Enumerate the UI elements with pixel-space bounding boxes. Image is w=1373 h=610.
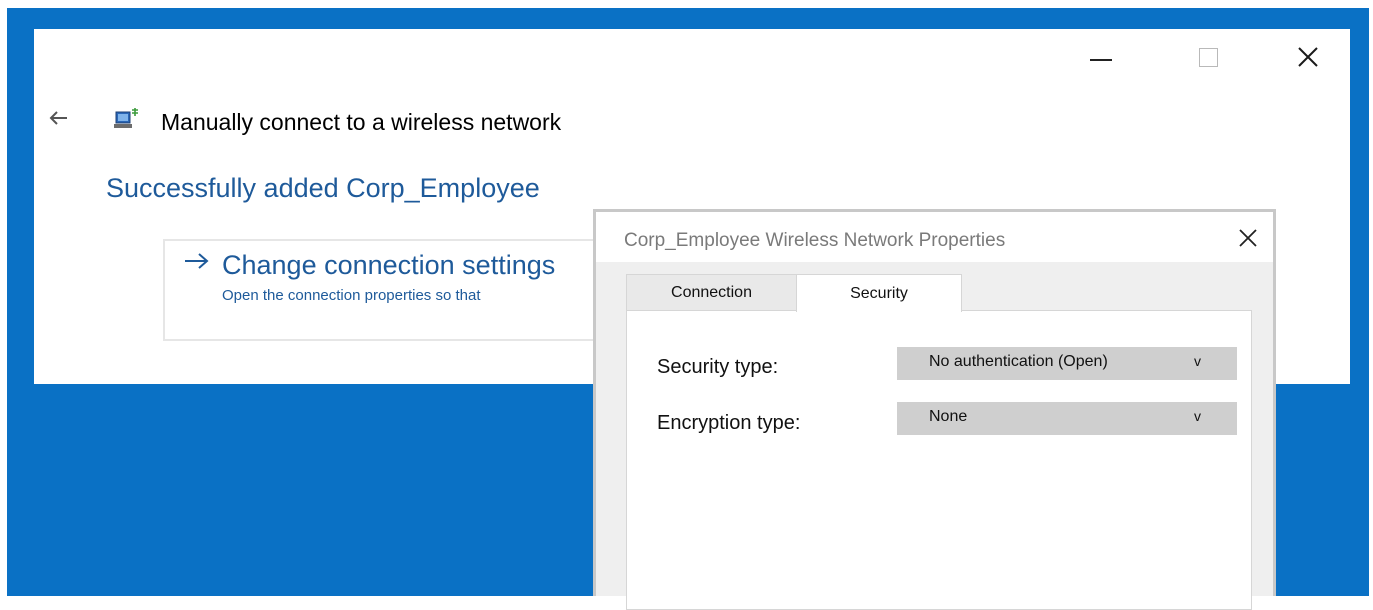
chevron-down-icon: v: [1194, 408, 1201, 424]
maximize-button[interactable]: [1184, 29, 1232, 85]
encryption-type-label: Encryption type:: [657, 412, 801, 434]
network-computer-icon: [114, 108, 138, 128]
security-tab-panel: Security type: No authentication (Open) …: [626, 310, 1252, 610]
success-heading: Successfully added Corp_Employee: [106, 173, 540, 203]
maximize-icon: [1198, 47, 1218, 67]
tab-security[interactable]: Security: [796, 274, 962, 312]
arrow-right-icon: [183, 249, 211, 277]
change-settings-link[interactable]: Change connection settings: [222, 250, 555, 281]
back-arrow-icon: [49, 111, 67, 125]
security-type-select[interactable]: No authentication (Open) v: [897, 347, 1237, 380]
option-description: Open the connection properties so that: [222, 287, 481, 304]
dialog-close-button[interactable]: [1230, 220, 1266, 256]
back-button[interactable]: [48, 107, 68, 132]
security-type-label: Security type:: [657, 356, 779, 378]
encryption-type-select[interactable]: None v: [897, 402, 1237, 435]
close-icon: [1239, 229, 1257, 247]
network-properties-dialog: Corp_Employee Wireless Network Propertie…: [593, 209, 1276, 610]
encryption-type-value: None: [929, 408, 968, 425]
security-type-value: No authentication (Open): [929, 353, 1108, 370]
dialog-title: Corp_Employee Wireless Network Propertie…: [624, 230, 1006, 251]
close-button[interactable]: [1284, 29, 1332, 85]
minimize-icon: [1090, 59, 1112, 61]
window-title: Manually connect to a wireless network: [161, 109, 562, 135]
chevron-down-icon: v: [1194, 353, 1201, 369]
minimize-button[interactable]: [1077, 29, 1125, 85]
tab-area: Connection Security Security type: No au…: [596, 262, 1273, 610]
close-icon: [1298, 47, 1318, 67]
tab-connection[interactable]: Connection: [626, 274, 796, 310]
